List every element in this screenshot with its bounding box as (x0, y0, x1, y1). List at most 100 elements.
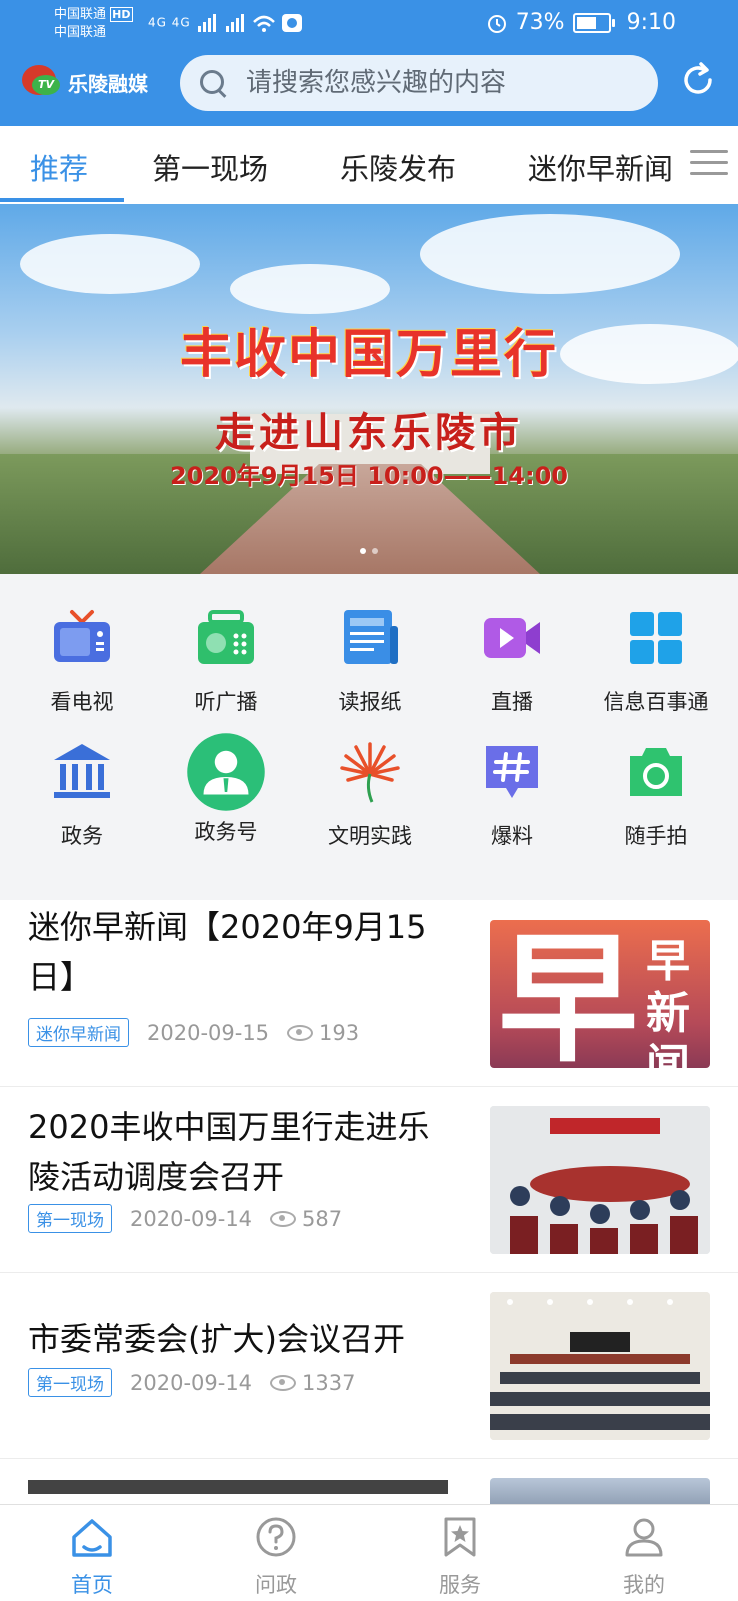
network-type: 4G 4G (148, 15, 191, 30)
logo-text: 乐陵融媒 (68, 71, 148, 96)
news-item[interactable]: 2020丰收中国万里行走进乐陵活动调度会召开 第一现场 2020-09-14 5… (0, 1086, 738, 1273)
tab-first-scene[interactable]: 第一现场 (152, 146, 268, 188)
service-label: 听广播 (194, 690, 258, 714)
channel-tabs: 推荐 第一现场 乐陵发布 迷你早新闻 (0, 126, 738, 204)
news-views: 587 (302, 1206, 343, 1231)
service-government[interactable]: 政务 (10, 740, 154, 850)
nav-label: 我的 (623, 1573, 665, 1597)
news-title: 2020丰收中国万里行走进乐陵活动调度会召开 (28, 1108, 430, 1196)
banner-headline: 丰收中国万里行 (179, 324, 558, 385)
hashtag-icon (486, 746, 538, 798)
news-item[interactable] (0, 1458, 738, 1504)
service-label: 文明实践 (328, 824, 412, 848)
tab-recommend[interactable]: 推荐 (30, 146, 88, 188)
service-watch-tv[interactable]: 看电视 (10, 606, 154, 716)
news-thumbnail (490, 1106, 710, 1254)
nav-home[interactable]: 首页 (42, 1515, 142, 1599)
service-radio[interactable]: 听广播 (154, 606, 298, 716)
conference-photo (490, 1292, 710, 1440)
official-account-icon (187, 733, 265, 811)
banner-carousel[interactable]: 丰收中国万里行 走进山东乐陵市 2020年9月15日 10:00——14:00 (0, 204, 738, 574)
carousel-dots (360, 548, 378, 554)
tab-leling-release[interactable]: 乐陵发布 (340, 146, 456, 188)
service-live[interactable]: 直播 (440, 606, 584, 716)
service-label: 读报纸 (338, 690, 402, 714)
news-title: 迷你早新闻【2020年9月15日】 (28, 908, 427, 996)
service-newspaper[interactable]: 读报纸 (298, 606, 442, 716)
status-right: 73% 9:10 (486, 10, 676, 35)
news-item[interactable]: 市委常委会(扩大)会议召开 第一现场 2020-09-14 1337 (0, 1272, 738, 1459)
refresh-icon[interactable] (680, 62, 716, 98)
news-thumbnail: 早 早新闻 (490, 920, 710, 1068)
alarm-icon (487, 14, 506, 33)
search-bar[interactable] (180, 55, 658, 111)
news-date: 2020-09-14 (130, 1370, 253, 1395)
nav-label: 问政 (255, 1573, 297, 1597)
news-date: 2020-09-15 (147, 1020, 270, 1045)
service-label: 政务号 (194, 820, 258, 844)
news-item[interactable]: 迷你早新闻【2020年9月15日】 迷你早新闻 2020-09-15 193 早… (0, 900, 738, 1087)
service-info-guide[interactable]: 信息百事通 (584, 606, 728, 716)
service-official-account[interactable]: 政务号 (154, 732, 298, 846)
radio-icon (198, 610, 254, 664)
logo-badge: TV (32, 75, 60, 95)
service-label: 信息百事通 (603, 690, 709, 714)
live-video-icon (484, 618, 540, 658)
newspaper-icon (344, 610, 398, 664)
service-civilization-practice[interactable]: 文明实践 (298, 740, 442, 850)
meeting-photo (490, 1106, 710, 1254)
news-title: 市委常委会(扩大)会议召开 (28, 1320, 405, 1358)
carrier-info: 中国联通 HD 中国联通 (54, 6, 133, 42)
search-icon (200, 70, 226, 96)
news-views: 193 (319, 1020, 360, 1045)
carousel-dot[interactable] (360, 548, 366, 554)
carousel-dot[interactable] (372, 548, 378, 554)
thumbnail-caption: 早新闻 (646, 936, 690, 1068)
top-bar: 中国联通 HD 中国联通 4G 4G 73% 9:10 TV 乐陵融媒 (0, 0, 738, 126)
signal-icon: 4G 4G (148, 12, 306, 34)
service-tip-off[interactable]: 爆料 (440, 740, 584, 850)
service-label: 随手拍 (624, 824, 688, 848)
news-title-partial (28, 1480, 448, 1494)
tab-mini-morning-news[interactable]: 迷你早新闻 (528, 146, 673, 188)
banner-subheadline: 走进山东乐陵市 (215, 410, 523, 456)
news-meta: 迷你早新闻 2020-09-15 193 (28, 1018, 359, 1047)
civilization-flower-icon (340, 742, 400, 803)
bookmark-star-icon (444, 1517, 476, 1557)
active-tab-indicator (0, 198, 124, 202)
carrier-2: 中国联通 (54, 25, 107, 40)
nav-label: 服务 (439, 1573, 481, 1597)
search-input[interactable] (244, 67, 638, 99)
channel-menu-icon[interactable] (690, 148, 728, 180)
views-icon (287, 1024, 314, 1041)
service-label: 看电视 (50, 690, 114, 714)
views-icon (270, 1210, 297, 1227)
news-list: 迷你早新闻【2020年9月15日】 迷你早新闻 2020-09-15 193 早… (0, 900, 738, 1504)
news-tag: 迷你早新闻 (28, 1018, 129, 1047)
news-date: 2020-09-14 (130, 1206, 253, 1231)
service-snapshot[interactable]: 随手拍 (584, 740, 728, 850)
grid-apps-icon (630, 612, 682, 664)
battery-icon (572, 12, 615, 33)
clock: 9:10 (626, 10, 676, 35)
nav-profile[interactable]: 我的 (594, 1515, 694, 1599)
news-views: 1337 (302, 1370, 356, 1395)
views-icon (270, 1374, 297, 1391)
app-logo[interactable]: TV 乐陵融媒 (22, 64, 148, 100)
battery-percent: 73% (515, 10, 565, 35)
camera-icon (630, 748, 682, 796)
nav-label: 首页 (71, 1573, 113, 1597)
nav-inquiry[interactable]: 问政 (226, 1515, 326, 1599)
svg-text:早: 早 (498, 920, 638, 1068)
news-meta: 第一现场 2020-09-14 587 (28, 1204, 342, 1233)
government-building-icon (54, 744, 110, 798)
hd-badge: HD (110, 7, 133, 22)
question-icon (256, 1517, 296, 1557)
service-label: 直播 (491, 690, 533, 714)
news-tag: 第一现场 (28, 1204, 112, 1233)
profile-icon (625, 1518, 663, 1557)
tv-icon (54, 610, 110, 662)
bottom-nav: 首页 问政 服务 我的 (0, 1504, 738, 1601)
news-meta: 第一现场 2020-09-14 1337 (28, 1368, 356, 1397)
nav-services[interactable]: 服务 (410, 1515, 510, 1599)
